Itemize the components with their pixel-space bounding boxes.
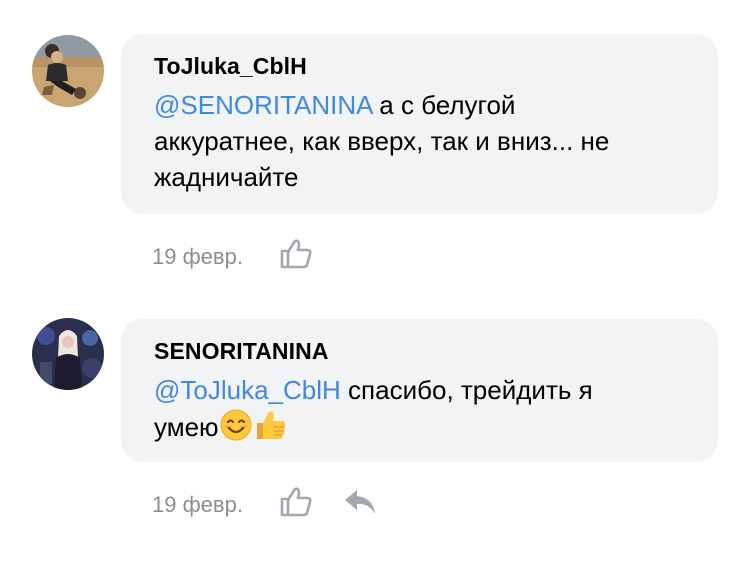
mention-link[interactable]: @SENORITANINA bbox=[154, 90, 372, 120]
thumbs-up-icon bbox=[280, 487, 312, 517]
comment-text-line: аккуратнее, как вверх, так и вниз... не bbox=[154, 126, 610, 156]
comment-text: @SENORITANINA а с белугой аккуратнее, как… bbox=[154, 87, 688, 195]
comment-bubble: ToJluka_CblH @SENORITANINA а с белугой ак… bbox=[121, 34, 718, 214]
comment-text: @ToJluka_CblH спасибо, трейдить я умею bbox=[154, 372, 688, 445]
comment-date[interactable]: 19 февр. bbox=[152, 492, 279, 518]
comment-date[interactable]: 19 февр. bbox=[152, 244, 279, 270]
thumbs-up-icon bbox=[280, 239, 312, 269]
avatar[interactable] bbox=[32, 318, 104, 390]
reply-arrow-icon bbox=[345, 490, 375, 514]
comment-meta: 19 февр. bbox=[152, 238, 343, 275]
comment-author[interactable]: SENORITANINA bbox=[154, 337, 688, 365]
user-photo-avatar bbox=[32, 318, 104, 390]
comment-meta: 19 февр. bbox=[152, 486, 377, 523]
comment-text-line: жадничайте bbox=[154, 162, 299, 192]
like-button[interactable] bbox=[279, 486, 313, 523]
comment-bubble: SENORITANINA @ToJluka_CblH спасибо, трей… bbox=[121, 319, 718, 462]
avatar[interactable] bbox=[32, 35, 104, 107]
mention-link[interactable]: @ToJluka_CblH bbox=[154, 375, 341, 405]
comment-author[interactable]: ToJluka_CblH bbox=[154, 52, 688, 80]
user-photo-avatar bbox=[32, 35, 104, 107]
thumbs-up-emoji bbox=[256, 411, 285, 439]
comment-text-line: умею bbox=[154, 412, 219, 442]
reply-button[interactable] bbox=[343, 487, 377, 522]
smiling-face-emoji bbox=[220, 409, 252, 441]
comment-text-line: спасибо, трейдить я bbox=[340, 375, 593, 405]
comment-text-line: а с белугой bbox=[372, 90, 516, 120]
like-button[interactable] bbox=[279, 238, 313, 275]
